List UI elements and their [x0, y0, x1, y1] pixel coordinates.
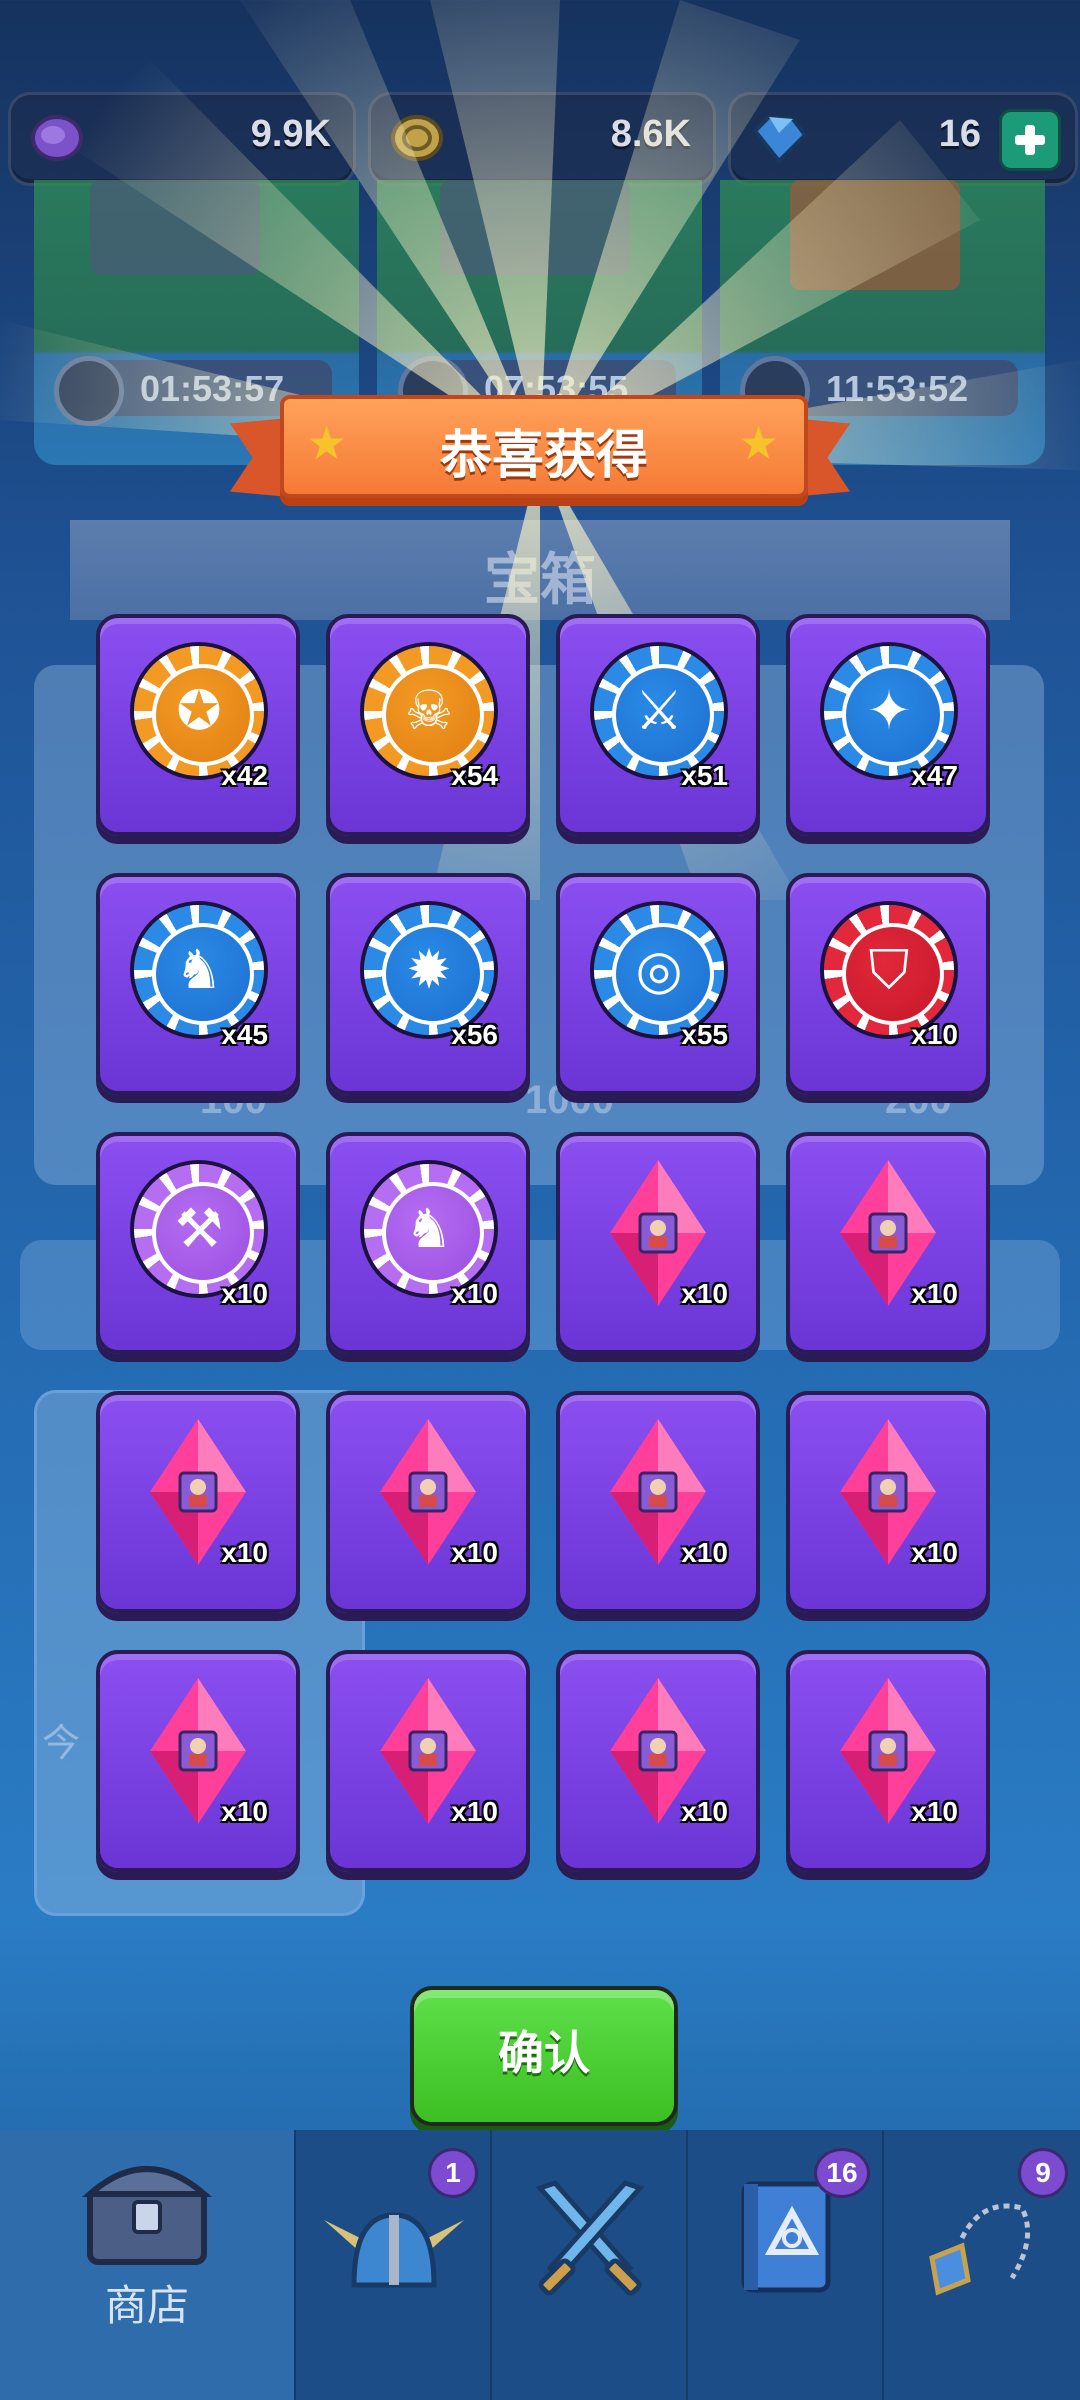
reward-tile: ✦ x47: [786, 614, 990, 836]
reward-quantity: x45: [221, 1019, 268, 1050]
purple-coin-icon: [31, 115, 83, 161]
dialog-title: 恭喜获得: [439, 427, 648, 485]
reward-quantity: x10: [911, 1537, 958, 1568]
treasure-chest-icon: [82, 2166, 212, 2265]
gold-coin-counter[interactable]: 8.6K: [368, 92, 716, 186]
nav-tab-spellbook[interactable]: 16: [686, 2130, 884, 2400]
purple-coin-value: 9.9K: [250, 113, 331, 155]
reward-quantity: x56: [451, 1019, 498, 1050]
reward-tile: x10: [96, 1391, 300, 1613]
reward-quantity: x42: [221, 760, 268, 791]
add-gems-button[interactable]: [999, 109, 1061, 171]
reward-quantity: x10: [221, 1278, 268, 1309]
reward-quantity: x54: [451, 760, 498, 791]
nav-tab-heroes[interactable]: 1: [294, 2130, 492, 2400]
reward-tile: ♞ x10: [326, 1132, 530, 1354]
hammer-icon: ⚒: [134, 1164, 264, 1294]
eye-burst-icon: ✹: [364, 905, 494, 1035]
purple-coin-counter[interactable]: 9.9K: [8, 92, 356, 186]
staff-icon: ✦: [824, 646, 954, 776]
reward-tile: ◎ x55: [556, 873, 760, 1095]
reward-tile: x10: [556, 1650, 760, 1872]
skull-icon: ☠: [364, 646, 494, 776]
chest-silhouettes: [90, 180, 960, 290]
reward-quantity: x10: [451, 1796, 498, 1827]
sword-icon: ⚔: [594, 646, 724, 776]
reward-tile: ✪ x42: [96, 614, 300, 836]
nav-tab-shop[interactable]: 商店: [0, 2130, 294, 2400]
reward-tile: x10: [326, 1650, 530, 1872]
reward-quantity: x55: [681, 1019, 728, 1050]
gold-coin-value: 8.6K: [610, 113, 691, 155]
reward-tile: ♞ x45: [96, 873, 300, 1095]
gem-value: 16: [938, 113, 981, 155]
reward-quantity: x10: [221, 1796, 268, 1827]
spellbook-icon: [741, 2181, 831, 2293]
notification-badge: 1: [428, 2148, 478, 2198]
reward-tile: x10: [96, 1650, 300, 1872]
reward-quantity: x47: [911, 760, 958, 791]
dragon-icon: ♞: [364, 1164, 494, 1294]
reward-quantity: x10: [911, 1019, 958, 1050]
reward-quantity: x10: [681, 1278, 728, 1309]
crossed-swords-icon: [535, 2180, 645, 2296]
nav-tab-label: 商店: [104, 2282, 189, 2329]
amulet-icon: [929, 2203, 1031, 2296]
reward-tile: x10: [556, 1132, 760, 1354]
reward-quantity: x10: [911, 1278, 958, 1309]
reward-quantity: x10: [681, 1796, 728, 1827]
winged-emblem-icon: ✪: [134, 646, 264, 776]
reward-tile: ⚔ x51: [556, 614, 760, 836]
reward-quantity: x10: [911, 1796, 958, 1827]
helmet-icon: ⛉: [824, 905, 954, 1035]
reward-quantity: x10: [221, 1537, 268, 1568]
nav-tab-battle[interactable]: [490, 2130, 688, 2400]
gold-coin-icon: [391, 115, 443, 161]
notification-badge: 16: [814, 2148, 870, 2198]
clock-icon: [54, 356, 124, 426]
title-banner: ★ ★ 恭喜获得: [230, 395, 850, 505]
nav-tab-artifacts[interactable]: 9: [882, 2130, 1080, 2400]
reward-tile: x10: [556, 1391, 760, 1613]
reward-tile: x10: [326, 1391, 530, 1613]
spiral-icon: ◎: [594, 905, 724, 1035]
reward-quantity: x10: [451, 1278, 498, 1309]
bg-daily-label: 今: [42, 1723, 81, 1765]
reward-quantity: x10: [681, 1537, 728, 1568]
blue-gem-icon: [752, 114, 808, 164]
notification-badge: 9: [1018, 2148, 1068, 2198]
winged-helmet-icon: [324, 2212, 464, 2288]
reward-tile: ⚒ x10: [96, 1132, 300, 1354]
reward-tile: ✹ x56: [326, 873, 530, 1095]
reward-quantity: x10: [451, 1537, 498, 1568]
banner-body: ★ ★ 恭喜获得: [280, 395, 808, 498]
reward-tile: ☠ x54: [326, 614, 530, 836]
reward-tile: x10: [786, 1132, 990, 1354]
reward-quantity: x51: [681, 760, 728, 791]
reward-tile: x10: [786, 1650, 990, 1872]
section-title: 宝箱: [484, 548, 596, 611]
dragon-icon: ♞: [134, 905, 264, 1035]
confirm-button[interactable]: 确认: [410, 1986, 678, 2126]
reward-tile: ⛉ x10: [786, 873, 990, 1095]
reward-tile: x10: [786, 1391, 990, 1613]
gem-counter[interactable]: 16: [728, 92, 1078, 186]
